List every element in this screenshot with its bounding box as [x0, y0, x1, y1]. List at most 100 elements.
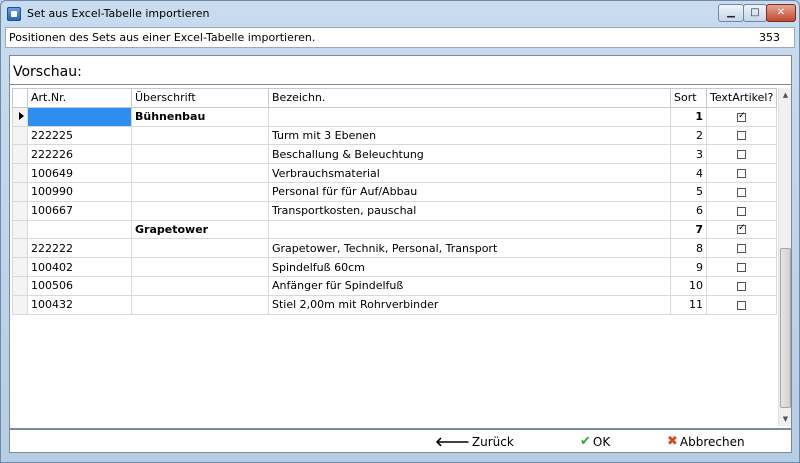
table-row[interactable]: 100649 Verbrauchsmaterial 4: [12, 163, 778, 183]
table-row[interactable]: 222222 Grapetower, Technik, Personal, Tra…: [12, 238, 778, 259]
cell-artnr[interactable]: 100506: [27, 275, 132, 296]
title-bar[interactable]: Set aus Excel-Tabelle importieren ▁ □ ✕: [1, 1, 799, 27]
cell-bezeichnung[interactable]: [268, 219, 671, 240]
textartikel-checkbox[interactable]: [737, 244, 747, 254]
cell-bezeichnung[interactable]: Spindelfuß 60cm: [268, 257, 671, 277]
row-indicator: [12, 125, 28, 146]
cell-bezeichnung[interactable]: Verbrauchsmaterial: [268, 163, 671, 183]
cell-textartikel[interactable]: [705, 144, 778, 165]
vertical-scrollbar[interactable]: ▲ ▼: [778, 88, 791, 426]
column-header-ueberschrift[interactable]: Überschrift: [131, 88, 269, 108]
table-row[interactable]: 100402 Spindelfuß 60cm 9: [12, 257, 778, 277]
cell-sort[interactable]: 7: [670, 219, 707, 240]
ok-button-label: OK: [592, 434, 611, 449]
cell-ueberschrift[interactable]: [131, 294, 269, 315]
scroll-down-arrow-icon[interactable]: ▼: [779, 412, 792, 426]
cell-textartikel[interactable]: [705, 106, 778, 127]
grid-header-row: Art.Nr. Überschrift Bezeichn. Sort TextA…: [12, 88, 778, 108]
cancel-button[interactable]: ✖ Abbrechen: [667, 434, 745, 449]
cell-sort[interactable]: 1: [670, 106, 707, 127]
cell-ueberschrift[interactable]: Grapetower: [131, 219, 269, 240]
cell-ueberschrift[interactable]: [131, 257, 269, 277]
cell-bezeichnung[interactable]: [268, 106, 671, 127]
cell-artnr[interactable]: [27, 219, 132, 240]
column-header-bezeichnung[interactable]: Bezeichn.: [268, 88, 671, 108]
cell-artnr[interactable]: 100402: [27, 257, 132, 277]
cell-artnr[interactable]: 222225: [27, 125, 132, 146]
cell-textartikel[interactable]: [705, 219, 778, 240]
cell-bezeichnung[interactable]: Beschallung & Beleuchtung: [268, 144, 671, 165]
cell-textartikel[interactable]: [705, 200, 778, 221]
cell-ueberschrift[interactable]: [131, 125, 269, 146]
ok-button[interactable]: ✔ OK: [580, 434, 610, 449]
cell-artnr[interactable]: [27, 106, 132, 127]
textartikel-checkbox[interactable]: [737, 110, 747, 122]
cell-bezeichnung[interactable]: Personal für für Auf/Abbau: [268, 181, 671, 202]
table-row[interactable]: 100667 Transportkosten, pauschal 6: [12, 200, 778, 221]
table-row[interactable]: Grapetower 7: [12, 219, 778, 240]
table-row[interactable]: 100506 Anfänger für Spindelfuß 10: [12, 275, 778, 296]
cell-textartikel[interactable]: [705, 275, 778, 296]
cell-sort[interactable]: 4: [670, 163, 707, 183]
cell-artnr[interactable]: 100990: [27, 181, 132, 202]
column-header-sort[interactable]: Sort: [670, 88, 707, 108]
cell-sort[interactable]: 5: [670, 181, 707, 202]
cell-textartikel[interactable]: [705, 294, 778, 315]
scroll-up-arrow-icon[interactable]: ▲: [779, 88, 792, 102]
table-row[interactable]: 100432 Stiel 2,00m mit Rohrverbinder 11: [12, 294, 778, 315]
cell-bezeichnung[interactable]: Stiel 2,00m mit Rohrverbinder: [268, 294, 671, 315]
table-row[interactable]: 100990 Personal für für Auf/Abbau 5: [12, 181, 778, 202]
cell-artnr[interactable]: 100649: [27, 163, 132, 183]
cell-ueberschrift[interactable]: Bühnenbau: [131, 106, 269, 127]
textartikel-checkbox[interactable]: [737, 281, 747, 291]
close-button[interactable]: ✕: [766, 4, 796, 22]
textartikel-checkbox[interactable]: [737, 169, 747, 179]
cell-artnr[interactable]: 100432: [27, 294, 132, 315]
cell-textartikel[interactable]: [705, 181, 778, 202]
back-button[interactable]: 🡐 Zurück: [435, 434, 514, 450]
cell-ueberschrift[interactable]: [131, 275, 269, 296]
maximize-button[interactable]: □: [743, 4, 767, 22]
textartikel-checkbox[interactable]: [737, 263, 747, 273]
table-row[interactable]: 222225 Turm mit 3 Ebenen 2: [12, 125, 778, 146]
cell-sort[interactable]: 3: [670, 144, 707, 165]
cell-artnr[interactable]: 100667: [27, 200, 132, 221]
cell-textartikel[interactable]: [705, 163, 778, 183]
cell-bezeichnung[interactable]: Turm mit 3 Ebenen: [268, 125, 671, 146]
cell-ueberschrift[interactable]: [131, 181, 269, 202]
cell-sort[interactable]: 6: [670, 200, 707, 221]
cell-sort[interactable]: 8: [670, 238, 707, 259]
minimize-button[interactable]: ▁: [718, 4, 744, 22]
cell-textartikel[interactable]: [705, 238, 778, 259]
cell-ueberschrift[interactable]: [131, 144, 269, 165]
textartikel-checkbox[interactable]: [737, 187, 747, 197]
app-icon: [7, 7, 21, 21]
header-bar: Positionen des Sets aus einer Excel-Tabe…: [5, 27, 795, 48]
textartikel-checkbox[interactable]: [737, 300, 747, 310]
textartikel-checkbox[interactable]: [737, 131, 747, 141]
cell-ueberschrift[interactable]: [131, 200, 269, 221]
textartikel-checkbox[interactable]: [737, 222, 747, 235]
textartikel-checkbox[interactable]: [737, 150, 747, 160]
textartikel-checkbox[interactable]: [737, 206, 747, 216]
table-row[interactable]: 222226 Beschallung & Beleuchtung 3: [12, 144, 778, 165]
dialog-window: Set aus Excel-Tabelle importieren ▁ □ ✕ …: [0, 0, 800, 463]
row-indicator: [12, 106, 28, 127]
cell-sort[interactable]: 10: [670, 275, 707, 296]
cell-ueberschrift[interactable]: [131, 163, 269, 183]
cell-bezeichnung[interactable]: Grapetower, Technik, Personal, Transport: [268, 238, 671, 259]
column-header-textartikel[interactable]: TextArtikel?: [705, 88, 778, 108]
cell-textartikel[interactable]: [705, 257, 778, 277]
cell-bezeichnung[interactable]: Anfänger für Spindelfuß: [268, 275, 671, 296]
cell-bezeichnung[interactable]: Transportkosten, pauschal: [268, 200, 671, 221]
cell-artnr[interactable]: 222222: [27, 238, 132, 259]
cell-ueberschrift[interactable]: [131, 238, 269, 259]
cell-sort[interactable]: 2: [670, 125, 707, 146]
table-row[interactable]: Bühnenbau 1: [12, 106, 778, 127]
scrollbar-thumb[interactable]: [780, 248, 791, 408]
cell-artnr[interactable]: 222226: [27, 144, 132, 165]
cell-textartikel[interactable]: [705, 125, 778, 146]
cell-sort[interactable]: 9: [670, 257, 707, 277]
cell-sort[interactable]: 11: [670, 294, 707, 315]
column-header-artnr[interactable]: Art.Nr.: [27, 88, 132, 108]
